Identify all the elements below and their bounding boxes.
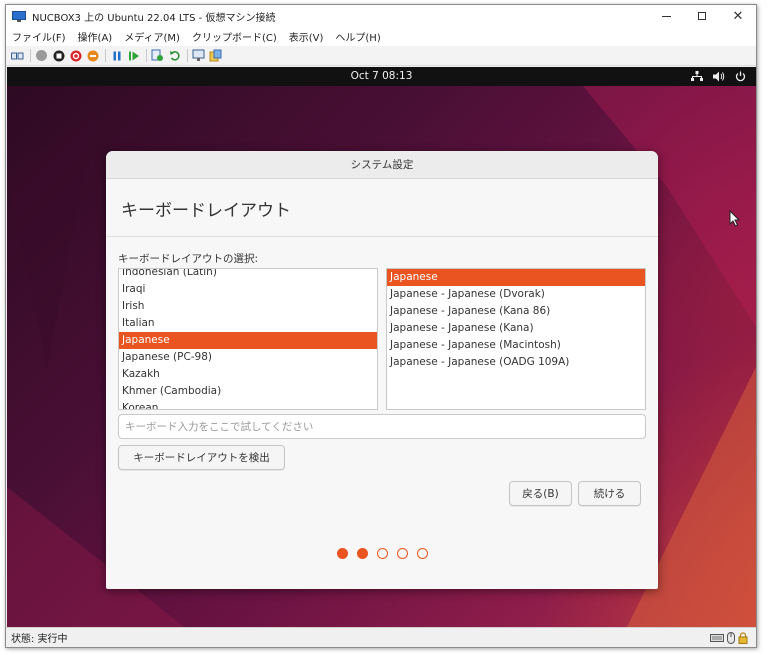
variant-item-oadg109a[interactable]: Japanese - Japanese (OADG 109A) [387, 354, 645, 371]
power-icon[interactable] [734, 70, 746, 82]
layout-item-japanese[interactable]: Japanese [119, 332, 377, 349]
layout-item-iraqi[interactable]: Iraqi [119, 281, 377, 298]
layout-item-indonesian-latin[interactable]: Indonesian (Latin) [119, 269, 377, 281]
menu-action[interactable]: 操作(A) [78, 29, 113, 44]
volume-icon[interactable] [713, 70, 725, 82]
menu-file[interactable]: ファイル(F) [12, 29, 66, 44]
panel-clock[interactable]: Oct 7 08:13 [7, 70, 756, 82]
progress-dot [376, 548, 388, 559]
variant-item-dvorak[interactable]: Japanese - Japanese (Dvorak) [387, 286, 645, 303]
revert-icon[interactable] [168, 49, 181, 62]
title-divider [106, 236, 658, 237]
keyboard-test-input[interactable] [118, 414, 646, 439]
save-icon[interactable] [86, 49, 99, 62]
mouse-icon [727, 632, 735, 644]
lock-icon [738, 632, 748, 644]
variant-item-japanese[interactable]: Japanese [387, 269, 645, 286]
minimize-icon [661, 15, 671, 17]
checkpoint-icon[interactable] [151, 49, 164, 62]
layout-item-italian[interactable]: Italian [119, 315, 377, 332]
turn-off-icon[interactable] [52, 49, 65, 62]
menu-bar: ファイル(F) 操作(A) メディア(M) クリップボード(C) 表示(V) ヘ… [6, 27, 756, 46]
page-title: キーボードレイアウト [121, 201, 291, 221]
keyboard-variant-list[interactable]: Japanese Japanese - Japanese (Dvorak) Ja… [386, 268, 646, 410]
progress-dot [416, 548, 428, 559]
toolbar-separator [187, 49, 188, 62]
layout-item-kazakh[interactable]: Kazakh [119, 366, 377, 383]
menu-view[interactable]: 表示(V) [289, 29, 324, 44]
progress-dot [336, 548, 348, 559]
layout-item-khmer[interactable]: Khmer (Cambodia) [119, 383, 377, 400]
toolbar-separator [30, 49, 31, 62]
mouse-cursor-icon [729, 210, 741, 227]
variant-item-kana[interactable]: Japanese - Japanese (Kana) [387, 320, 645, 337]
maximize-button[interactable] [684, 5, 720, 27]
maximize-icon [698, 12, 706, 20]
keyboard-icon [710, 634, 724, 642]
variant-item-macintosh[interactable]: Japanese - Japanese (Macintosh) [387, 337, 645, 354]
status-bar: 状態: 実行中 [6, 627, 756, 647]
menu-media[interactable]: メディア(M) [124, 29, 180, 44]
variant-item-kana86[interactable]: Japanese - Japanese (Kana 86) [387, 303, 645, 320]
layout-select-label: キーボードレイアウトの選択: [118, 253, 259, 265]
menu-clipboard[interactable]: クリップボード(C) [192, 29, 277, 44]
dialog-header: システム設定 [106, 151, 658, 179]
back-button[interactable]: 戻る(B) [509, 481, 572, 506]
toolbar [6, 46, 756, 66]
toolbar-separator [105, 49, 106, 62]
window-title: NUCBOX3 上の Ubuntu 22.04 LTS - 仮想マシン接続 [32, 12, 276, 24]
layout-item-korean[interactable]: Korean [119, 400, 377, 409]
menu-help[interactable]: ヘルプ(H) [335, 29, 380, 44]
detect-layout-button[interactable]: キーボードレイアウトを検出 [118, 445, 285, 470]
minimize-button[interactable] [648, 5, 684, 27]
toolbar-separator [146, 49, 147, 62]
progress-dot [356, 548, 368, 559]
layout-item-irish[interactable]: Irish [119, 298, 377, 315]
ctrl-alt-del-icon[interactable] [11, 49, 24, 62]
status-icons [707, 632, 748, 644]
progress-dot [396, 548, 408, 559]
vm-connection-app-icon [12, 10, 26, 22]
resume-icon[interactable] [127, 49, 140, 62]
keyboard-layout-list[interactable]: Indonesian (Latin) Iraqi Irish Italian J… [118, 268, 378, 410]
continue-button[interactable]: 続ける [578, 481, 641, 506]
ubuntu-top-panel: Oct 7 08:13 [7, 67, 756, 86]
title-bar: NUCBOX3 上の Ubuntu 22.04 LTS - 仮想マシン接続 ✕ [6, 5, 756, 27]
status-text: 状態: 実行中 [11, 634, 68, 645]
network-icon[interactable] [691, 70, 703, 82]
enhanced-session-icon[interactable] [192, 49, 205, 62]
vm-connection-window: NUCBOX3 上の Ubuntu 22.04 LTS - 仮想マシン接続 ✕ … [5, 4, 757, 648]
close-button[interactable]: ✕ [720, 5, 756, 27]
share-icon[interactable] [209, 49, 222, 62]
step-progress-dots [106, 548, 658, 559]
installer-dialog: システム設定 キーボードレイアウト キーボードレイアウトの選択: Indones… [106, 151, 658, 589]
start-icon[interactable] [35, 49, 48, 62]
close-icon: ✕ [732, 8, 744, 24]
vm-screen[interactable]: Oct 7 08:13 システム設定 キーボードレイアウト キーボードレイアウト… [7, 67, 756, 629]
pause-icon[interactable] [110, 49, 123, 62]
shutdown-icon[interactable] [69, 49, 82, 62]
layout-item-japanese-pc98[interactable]: Japanese (PC-98) [119, 349, 377, 366]
